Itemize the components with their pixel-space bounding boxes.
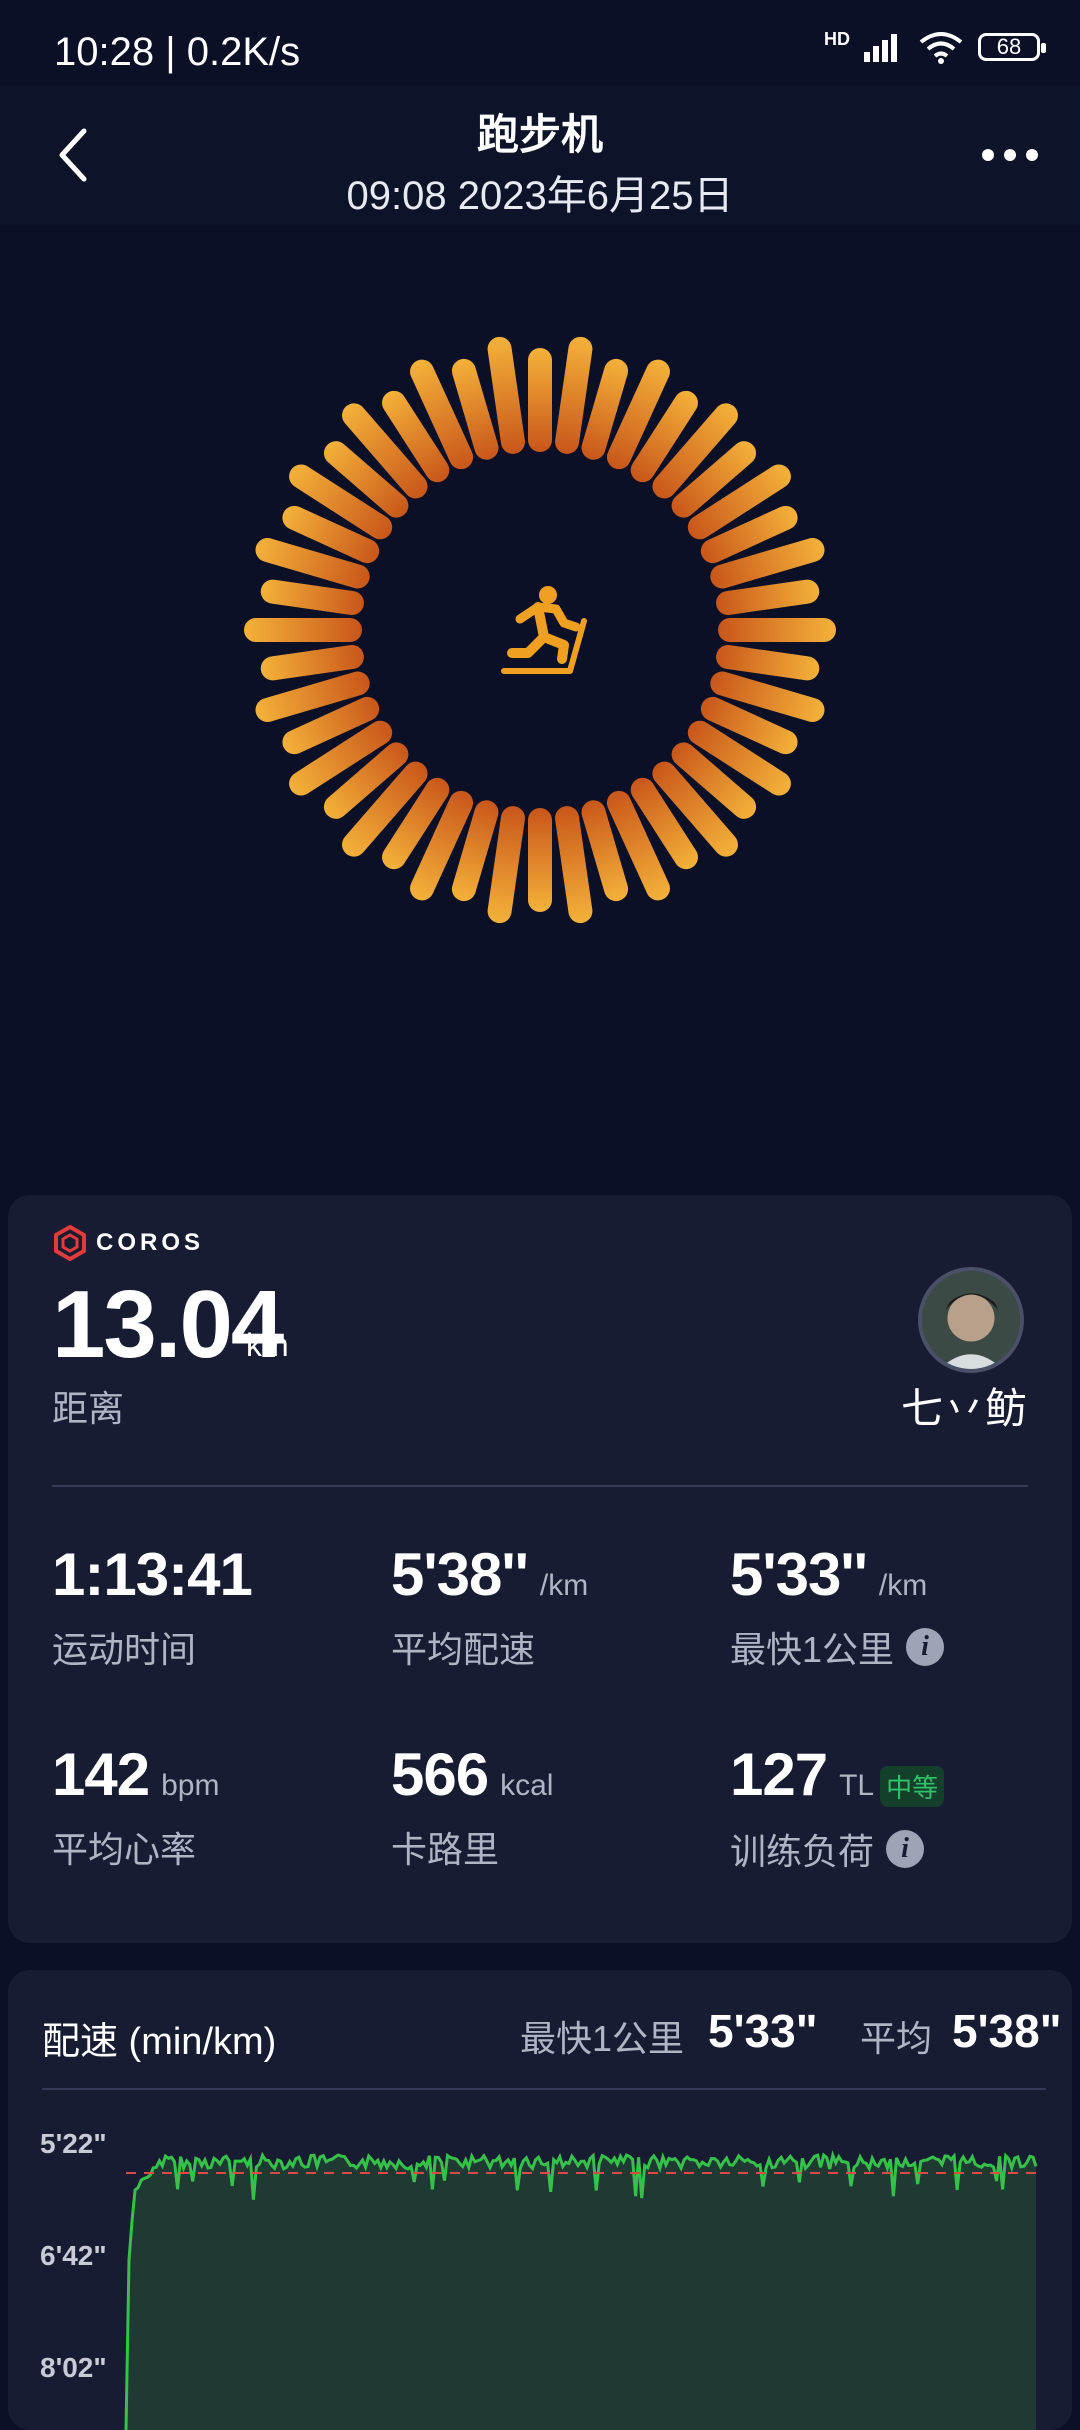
pace-fastest-value: 5'33" [708,2005,818,2057]
stat-label: 卡路里 [391,1829,500,1870]
burst-ray [528,808,552,912]
coros-logo-icon [54,1225,86,1261]
status-bar: 10:28 | 0.2K/s HD 68 [0,0,1080,85]
pace-divider [42,2088,1046,2090]
training-load-badge: 中等 [880,1766,945,1808]
stat-value: 127 [730,1741,828,1808]
stat-value: 1:13:41 [52,1541,253,1608]
treadmill-run-icon [501,586,587,674]
hd-label: HD [824,28,850,49]
battery-level: 68 [996,34,1022,59]
page-title: 跑步机 [476,111,603,158]
stat-calories: 566 kcal 卡路里 [391,1740,553,1873]
wifi-icon [919,32,963,64]
battery-icon: 68 [978,33,1046,61]
stat-label: 训练负荷 [730,1831,875,1873]
stat-label: 平均配速 [391,1629,536,1670]
stat-unit: TL [839,1769,875,1802]
status-icons: HD 68 [824,28,1046,64]
stat-unit: bpm [161,1769,220,1802]
burst-ray [244,618,362,642]
pace-average-value: 5'38" [952,2005,1062,2057]
activity-burst-graphic [244,336,836,924]
status-time-speed: 10:28 | 0.2K/s [54,30,301,74]
brand-name: COROS [96,1229,205,1256]
stat-training-load: 127 TL 中等 训练负荷 i [730,1740,945,1875]
y-tick-label: 6'42" [40,2240,107,2271]
stat-value: 142 [52,1741,150,1808]
stat-value: 566 [391,1741,489,1808]
info-icon[interactable]: i [906,1628,945,1666]
avatar-image [922,1271,1020,1369]
pace-average-label: 平均 [860,2018,933,2059]
avatar[interactable] [918,1267,1024,1373]
y-tick-label: 8'02" [40,2352,107,2383]
stat-unit: kcal [500,1769,554,1802]
summary-card: COROS 13.04 km 距离 七丷鲂 1:13:41 运动时间 5'38'… [8,1195,1072,1943]
stat-value: 5'38'' [391,1541,529,1608]
stat-avg-heart-rate: 142 bpm 平均心率 [52,1740,219,1873]
burst-ray [528,348,552,452]
distance-unit: km [246,1327,289,1363]
brand-logo: COROS [52,1225,204,1261]
card-divider [52,1485,1028,1487]
pace-card[interactable]: 配速 (min/km) 最快1公里 5'33" 平均 5'38" 5'22" 6… [8,1970,1072,2430]
pace-fastest-label: 最快1公里 [520,2018,685,2059]
stat-label: 运动时间 [52,1629,197,1670]
top-bar: 跑步机 09:08 2023年6月25日 [0,85,1080,225]
y-tick-label: 5'22" [40,2128,107,2159]
stat-label: 最快1公里 [730,1629,895,1670]
user-name: 七丷鲂 [900,1385,1027,1432]
burst-ray [718,618,836,642]
more-options-icon[interactable] [980,145,1040,165]
stat-fastest-km: 5'33'' /km 最快1公里 i [730,1540,945,1673]
activity-datetime: 09:08 2023年6月25日 [346,174,734,218]
pace-area [126,2155,1036,2430]
stat-label: 平均心率 [52,1829,197,1870]
distance-label: 距离 [52,1388,125,1429]
stat-duration: 1:13:41 运动时间 [52,1540,253,1673]
pace-title: 配速 (min/km) [42,2021,277,2063]
stat-value: 5'33'' [730,1541,868,1608]
stat-unit: /km [878,1569,928,1602]
signal-icon [864,34,897,62]
info-icon[interactable]: i [886,1830,925,1869]
stat-unit: /km [539,1569,589,1602]
stat-avg-pace: 5'38'' /km 平均配速 [391,1540,588,1673]
